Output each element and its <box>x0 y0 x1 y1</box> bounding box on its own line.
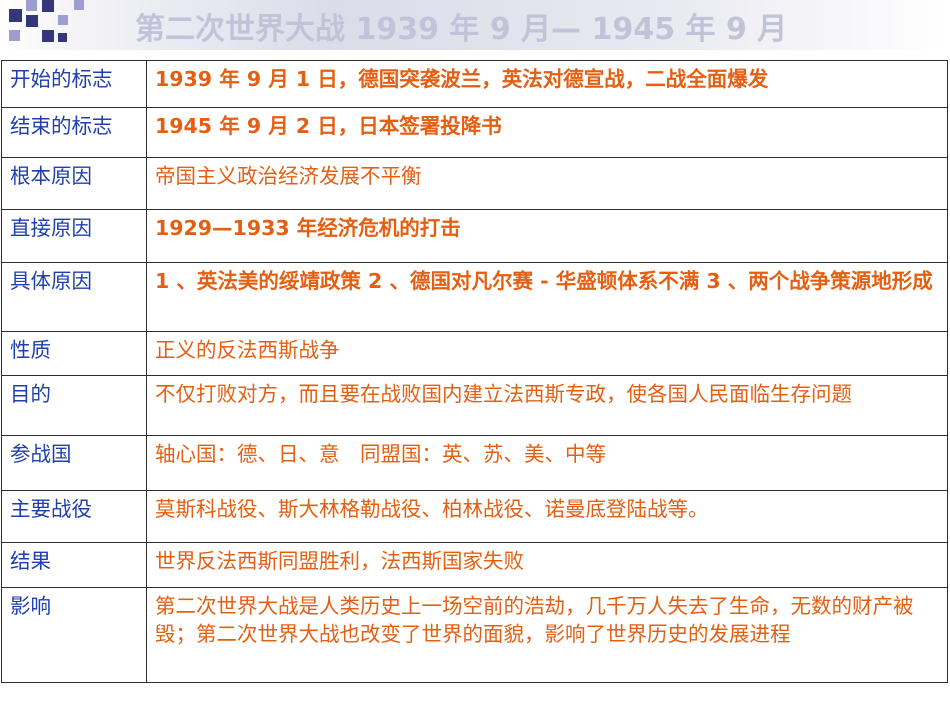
slide-title: 第二次世界大战 1939 年 9 月— 1945 年 9 月 <box>135 12 788 47</box>
decorative-square <box>9 9 22 22</box>
decorative-square <box>58 15 68 25</box>
row-value: 1939 年 9 月 1 日，德国突袭波兰，英法对德宣战，二战全面爆发 <box>146 60 948 108</box>
table-row: 主要战役 莫斯科战役、斯大林格勒战役、柏林战役、诺曼底登陆战等。 <box>1 490 948 543</box>
decorative-square <box>58 33 67 42</box>
row-value: 不仅打败对方，而且要在战败国内建立法西斯专政，使各国人民面临生存问题 <box>146 375 948 436</box>
row-label: 主要战役 <box>1 490 147 543</box>
slide-header: 第二次世界大战 1939 年 9 月— 1945 年 9 月 <box>0 0 950 50</box>
row-label: 具体原因 <box>1 262 147 332</box>
table-row: 直接原因 1929—1933 年经济危机的打击 <box>1 209 948 263</box>
info-table: 开始的标志 1939 年 9 月 1 日，德国突袭波兰，英法对德宣战，二战全面爆… <box>1 60 948 683</box>
row-label: 开始的标志 <box>1 60 147 108</box>
table-row: 目的 不仅打败对方，而且要在战败国内建立法西斯专政，使各国人民面临生存问题 <box>1 375 948 436</box>
row-value: 1 、英法美的绥靖政策 2 、德国对凡尔赛 - 华盛顿体系不满 3 、两个战争策… <box>146 262 948 332</box>
row-value: 帝国主义政治经济发展不平衡 <box>146 157 948 210</box>
row-label: 参战国 <box>1 435 147 491</box>
row-value: 1945 年 9 月 2 日，日本签署投降书 <box>146 107 948 158</box>
row-value: 莫斯科战役、斯大林格勒战役、柏林战役、诺曼底登陆战等。 <box>146 490 948 543</box>
table-row: 影响 第二次世界大战是人类历史上一场空前的浩劫，几千万人失去了生命，无数的财产被… <box>1 587 948 683</box>
decorative-square <box>26 0 37 11</box>
row-label: 性质 <box>1 331 147 376</box>
row-value: 正义的反法西斯战争 <box>146 331 948 376</box>
row-label: 根本原因 <box>1 157 147 210</box>
row-value: 第二次世界大战是人类历史上一场空前的浩劫，几千万人失去了生命，无数的财产被毁；第… <box>146 587 948 683</box>
row-value: 轴心国：德、日、意 同盟国：英、苏、美、中等 <box>146 435 948 491</box>
table-row: 结束的标志 1945 年 9 月 2 日，日本签署投降书 <box>1 107 948 158</box>
row-label: 影响 <box>1 587 147 683</box>
table-row: 开始的标志 1939 年 9 月 1 日，德国突袭波兰，英法对德宣战，二战全面爆… <box>1 60 948 108</box>
decorative-square <box>42 0 54 12</box>
decorative-square <box>26 15 38 27</box>
row-label: 结束的标志 <box>1 107 147 158</box>
row-value: 1929—1933 年经济危机的打击 <box>146 209 948 263</box>
table-row: 具体原因 1 、英法美的绥靖政策 2 、德国对凡尔赛 - 华盛顿体系不满 3 、… <box>1 262 948 332</box>
row-value: 世界反法西斯同盟胜利，法西斯国家失败 <box>146 542 948 588</box>
row-label: 结果 <box>1 542 147 588</box>
row-label: 目的 <box>1 375 147 436</box>
decorative-square <box>74 0 84 10</box>
table-row: 性质 正义的反法西斯战争 <box>1 331 948 376</box>
table-row: 结果 世界反法西斯同盟胜利，法西斯国家失败 <box>1 542 948 588</box>
decorative-square <box>9 30 20 41</box>
table-row: 参战国 轴心国：德、日、意 同盟国：英、苏、美、中等 <box>1 435 948 491</box>
decorative-square <box>42 30 54 42</box>
table-row: 根本原因 帝国主义政治经济发展不平衡 <box>1 157 948 210</box>
row-label: 直接原因 <box>1 209 147 263</box>
